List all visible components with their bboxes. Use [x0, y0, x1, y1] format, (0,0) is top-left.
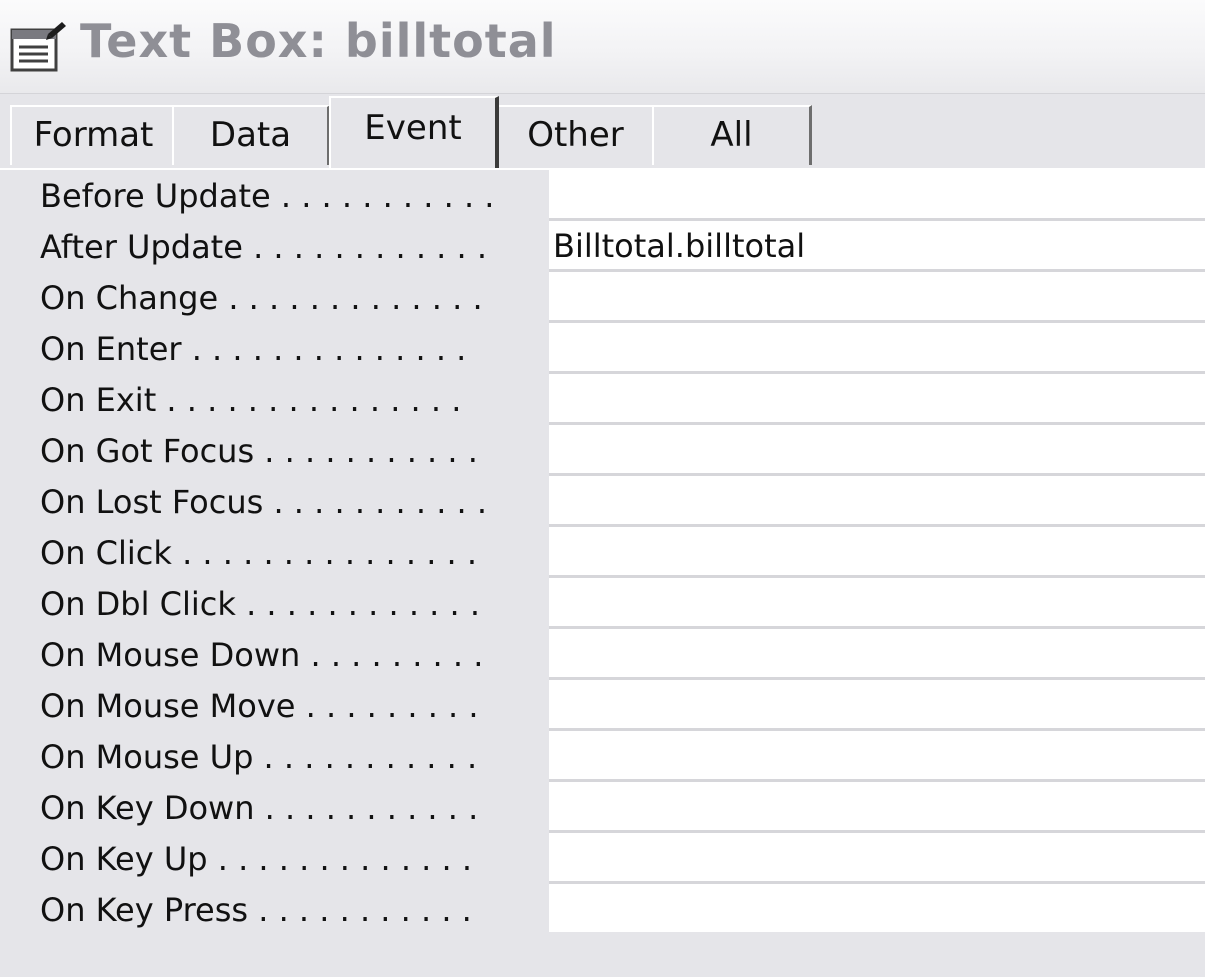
tab-format[interactable]: Format	[10, 105, 178, 165]
on-key-up-field[interactable]	[549, 833, 1205, 881]
on-mouse-move-field[interactable]	[549, 680, 1205, 728]
property-row-on-change: On Change . . . . . . . . . . . . .	[10, 272, 1205, 323]
on-key-down-field[interactable]	[549, 782, 1205, 830]
property-label: On Key Up . . . . . . . . . . . . .	[40, 840, 473, 878]
property-row-on-lost-focus: On Lost Focus . . . . . . . . . . .	[10, 476, 1205, 527]
property-label: On Mouse Down . . . . . . . . .	[40, 636, 484, 674]
tab-strip: Format Data Event Other All	[0, 93, 1205, 169]
tab-other[interactable]: Other	[496, 105, 656, 165]
property-row-after-update: After Update . . . . . . . . . . . . Bil…	[10, 221, 1205, 272]
property-row-on-mouse-down: On Mouse Down . . . . . . . . .	[10, 629, 1205, 680]
property-label: On Change . . . . . . . . . . . . .	[40, 279, 483, 317]
property-row-on-key-up: On Key Up . . . . . . . . . . . . .	[10, 833, 1205, 884]
on-click-field[interactable]	[549, 527, 1205, 575]
after-update-field[interactable]: Billtotal.billtotal	[549, 221, 1205, 269]
tab-event[interactable]: Event	[329, 96, 499, 168]
property-label: On Key Down . . . . . . . . . . .	[40, 789, 479, 827]
property-label: On Dbl Click . . . . . . . . . . . .	[40, 585, 481, 623]
tab-data[interactable]: Data	[172, 105, 330, 165]
on-enter-field[interactable]	[549, 323, 1205, 371]
property-row-on-click: On Click . . . . . . . . . . . . . . .	[10, 527, 1205, 578]
tab-baseline	[0, 168, 1205, 170]
property-label: On Enter . . . . . . . . . . . . . .	[40, 330, 467, 368]
property-sheet: Before Update . . . . . . . . . . . Afte…	[10, 170, 1205, 932]
property-row-on-exit: On Exit . . . . . . . . . . . . . . .	[10, 374, 1205, 425]
property-row-on-key-down: On Key Down . . . . . . . . . . .	[10, 782, 1205, 833]
title-bar: Text Box: billtotal	[0, 0, 1205, 94]
on-dbl-click-field[interactable]	[549, 578, 1205, 626]
on-key-press-field[interactable]	[549, 884, 1205, 932]
on-mouse-up-field[interactable]	[549, 731, 1205, 779]
property-row-on-enter: On Enter . . . . . . . . . . . . . .	[10, 323, 1205, 374]
property-label: After Update . . . . . . . . . . . .	[40, 228, 488, 266]
property-label: On Exit . . . . . . . . . . . . . . .	[40, 381, 462, 419]
property-row-on-got-focus: On Got Focus . . . . . . . . . . .	[10, 425, 1205, 476]
window-title: Text Box: billtotal	[80, 14, 557, 68]
property-label: Before Update . . . . . . . . . . .	[40, 177, 495, 215]
tab-all[interactable]: All	[652, 105, 812, 165]
on-change-field[interactable]	[549, 272, 1205, 320]
property-row-on-key-press: On Key Press . . . . . . . . . . .	[10, 884, 1205, 935]
on-exit-field[interactable]	[549, 374, 1205, 422]
on-mouse-down-field[interactable]	[549, 629, 1205, 677]
property-label: On Mouse Up . . . . . . . . . . .	[40, 738, 478, 776]
property-row-on-mouse-move: On Mouse Move . . . . . . . . .	[10, 680, 1205, 731]
property-row-before-update: Before Update . . . . . . . . . . .	[10, 170, 1205, 221]
property-row-on-mouse-up: On Mouse Up . . . . . . . . . . .	[10, 731, 1205, 782]
before-update-field[interactable]	[549, 170, 1205, 218]
property-label: On Mouse Move . . . . . . . . .	[40, 687, 479, 725]
on-lost-focus-field[interactable]	[549, 476, 1205, 524]
on-got-focus-field[interactable]	[549, 425, 1205, 473]
property-label: On Click . . . . . . . . . . . . . . .	[40, 534, 478, 572]
properties-icon	[10, 22, 66, 72]
property-row-on-dbl-click: On Dbl Click . . . . . . . . . . . .	[10, 578, 1205, 629]
property-label: On Got Focus . . . . . . . . . . .	[40, 432, 478, 470]
property-label: On Key Press . . . . . . . . . . .	[40, 891, 472, 929]
property-label: On Lost Focus . . . . . . . . . . .	[40, 483, 488, 521]
